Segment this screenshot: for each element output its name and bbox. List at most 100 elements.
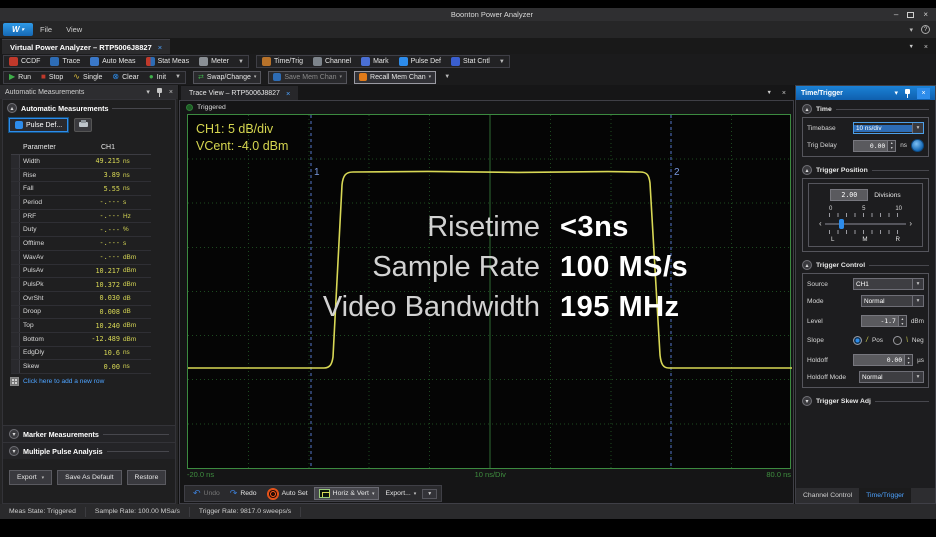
auto-measurements-dock-header[interactable]: Automatic Measurements ▾ × bbox=[0, 85, 178, 99]
auto-set-button[interactable]: Auto Set bbox=[263, 487, 312, 501]
table-row[interactable]: PRF-.---Hz bbox=[11, 210, 151, 224]
tab-list-icon[interactable]: ▼ bbox=[908, 44, 913, 51]
chevron-down-icon[interactable]: ▾ bbox=[912, 123, 923, 133]
slope-neg-radio[interactable] bbox=[893, 336, 902, 345]
close-icon[interactable]: × bbox=[923, 10, 928, 19]
expand-icon[interactable]: ▾ bbox=[802, 396, 812, 406]
table-row[interactable]: WavAv-.---dBm bbox=[11, 251, 151, 265]
pin-icon[interactable] bbox=[904, 89, 911, 98]
chevron-down-icon[interactable]: ▾ bbox=[912, 296, 923, 306]
close-icon[interactable]: × bbox=[169, 89, 173, 96]
spin-down-icon[interactable]: ▾ bbox=[888, 146, 895, 151]
table-row[interactable]: Droop0.008dB bbox=[11, 306, 151, 320]
trace-button[interactable]: Trace bbox=[45, 56, 85, 67]
trace-toolbar-overflow[interactable]: ▼ bbox=[422, 489, 437, 499]
save-mem-chan-button[interactable]: Save Mem Chan ▾ bbox=[268, 71, 347, 84]
table-row[interactable]: Top10.240dBm bbox=[11, 319, 151, 333]
slider-right-arrow[interactable]: › bbox=[909, 220, 912, 228]
trig-delay-sync-button[interactable] bbox=[911, 139, 924, 152]
tab-close-icon[interactable]: × bbox=[158, 43, 162, 52]
time-trigger-dock-header[interactable]: Time/Trigger ▾ × bbox=[796, 86, 935, 100]
meter-button[interactable]: Meter bbox=[194, 56, 234, 67]
ccdf-button[interactable]: CCDF bbox=[4, 56, 45, 67]
channel-button[interactable]: Channel bbox=[308, 56, 356, 67]
init-button[interactable]: ● Init bbox=[144, 72, 171, 83]
tab-list-icon[interactable]: ▼ bbox=[766, 90, 771, 97]
multiple-pulse-analysis-section[interactable]: ▾ Multiple Pulse Analysis bbox=[3, 442, 175, 459]
tab-virtual-power-analyzer[interactable]: Virtual Power Analyzer – RTP5006J8827 × bbox=[2, 39, 170, 54]
table-row[interactable]: Duty-.---% bbox=[11, 223, 151, 237]
help-icon[interactable]: ? bbox=[921, 25, 930, 34]
collapse-icon[interactable]: ▴ bbox=[802, 104, 812, 114]
marker-2-label[interactable]: 2 bbox=[674, 167, 680, 178]
stat-cntl-button[interactable]: Stat Cntl bbox=[446, 56, 495, 67]
chevron-down-icon[interactable]: ▾ bbox=[912, 279, 923, 289]
print-button[interactable] bbox=[74, 118, 92, 132]
tools-overflow-icon[interactable]: ▼ bbox=[495, 59, 509, 65]
pin-icon[interactable] bbox=[156, 88, 163, 97]
table-row[interactable]: Fall5.55ns bbox=[11, 182, 151, 196]
recall-mem-chan-button[interactable]: Recall Mem Chan ▾ bbox=[354, 71, 436, 84]
chevron-down-icon[interactable]: ▾ bbox=[146, 88, 150, 96]
table-row[interactable]: PulsPk10.372dBm bbox=[11, 278, 151, 292]
mem-overflow-icon[interactable]: ▼ bbox=[440, 74, 454, 80]
export-trace-button[interactable]: Export... ▾ bbox=[381, 489, 420, 498]
chevron-down-icon[interactable]: ▾ bbox=[894, 89, 898, 97]
trigger-position-section-header[interactable]: ▴ Trigger Position bbox=[796, 161, 935, 177]
mark-button[interactable]: Mark bbox=[356, 56, 394, 67]
holdoff-input[interactable]: 0.00 ▴▾ bbox=[853, 354, 913, 366]
slider-left-arrow[interactable]: ‹ bbox=[819, 220, 822, 228]
source-select[interactable]: CH1 ▾ bbox=[853, 278, 924, 290]
level-input[interactable]: -1.7 ▴▾ bbox=[861, 315, 907, 327]
menu-file[interactable]: File bbox=[33, 25, 59, 34]
mode-select[interactable]: Normal ▾ bbox=[861, 295, 924, 307]
undo-button[interactable]: ↶ Undo bbox=[189, 488, 224, 499]
auto-meas-button[interactable]: Auto Meas bbox=[85, 56, 140, 67]
save-as-default-button[interactable]: Save As Default bbox=[57, 470, 121, 485]
horiz-vert-button[interactable]: Horiz & Vert ▾ bbox=[314, 487, 380, 500]
trace-plot[interactable]: CH1: 5 dB/div VCent: -4.0 dBm 1 2 Riseti… bbox=[187, 114, 791, 469]
close-icon[interactable]: × bbox=[917, 88, 930, 99]
table-row[interactable]: OvrSht0.030dB bbox=[11, 292, 151, 306]
menu-view[interactable]: View bbox=[59, 25, 89, 34]
close-icon[interactable]: × bbox=[924, 44, 928, 51]
pulse-def-button[interactable]: Pulse Def bbox=[394, 56, 446, 67]
trig-delay-input[interactable]: 0.00 ▴▾ bbox=[853, 140, 896, 152]
table-row[interactable]: PulsAv10.217dBm bbox=[11, 265, 151, 279]
tab-trace-view[interactable]: Trace View – RTP5006J8827 × bbox=[181, 86, 298, 100]
redo-button[interactable]: ↷ Redo bbox=[226, 488, 261, 499]
spin-down-icon[interactable]: ▾ bbox=[905, 360, 912, 365]
slider-handle[interactable] bbox=[839, 219, 844, 229]
app-logo-button[interactable]: W ▾ bbox=[3, 23, 33, 36]
export-button[interactable]: Export ▾ bbox=[9, 470, 52, 485]
stop-button[interactable]: ■ Stop bbox=[36, 72, 68, 83]
control-overflow-icon[interactable]: ▼ bbox=[171, 74, 185, 80]
trigger-skew-section-header[interactable]: ▾ Trigger Skew Adj bbox=[796, 392, 935, 408]
single-button[interactable]: ∿ Single bbox=[68, 72, 107, 83]
clear-button[interactable]: ⊗ Clear bbox=[107, 72, 143, 83]
time-section-header[interactable]: ▴ Time bbox=[796, 100, 935, 116]
collapse-icon[interactable]: ▴ bbox=[802, 260, 812, 270]
auto-measurements-section-header[interactable]: ▴ Automatic Measurements bbox=[3, 100, 175, 115]
timebase-select[interactable]: 10 ns/div ▾ bbox=[853, 122, 924, 134]
trigger-position-slider[interactable] bbox=[825, 219, 907, 229]
marker-1-label[interactable]: 1 bbox=[314, 167, 320, 178]
tab-time-trigger[interactable]: Time/Trigger bbox=[859, 488, 911, 503]
collapse-icon[interactable]: ▴ bbox=[7, 103, 17, 113]
table-row[interactable]: Skew0.00ns bbox=[11, 360, 151, 374]
table-row[interactable]: Offtime-.---s bbox=[11, 237, 151, 251]
slope-pos-radio[interactable] bbox=[853, 336, 862, 345]
run-button[interactable]: ▶ Run bbox=[4, 72, 36, 83]
collapse-icon[interactable]: ▴ bbox=[802, 165, 812, 175]
chevron-down-icon[interactable]: ▾ bbox=[909, 26, 913, 34]
tab-close-icon[interactable]: × bbox=[286, 89, 290, 98]
minimize-icon[interactable]: – bbox=[894, 10, 898, 19]
close-icon[interactable]: × bbox=[782, 90, 786, 97]
add-measurement-row[interactable]: Click here to add a new row bbox=[11, 374, 151, 388]
expand-icon[interactable]: ▾ bbox=[9, 429, 19, 439]
holdoff-mode-select[interactable]: Normal ▾ bbox=[859, 371, 924, 383]
table-row[interactable]: EdgDly10.6ns bbox=[11, 347, 151, 361]
table-row[interactable]: Width49.215ns bbox=[11, 155, 151, 169]
tab-channel-control[interactable]: Channel Control bbox=[796, 488, 859, 503]
marker-measurements-section[interactable]: ▾ Marker Measurements bbox=[3, 425, 175, 442]
